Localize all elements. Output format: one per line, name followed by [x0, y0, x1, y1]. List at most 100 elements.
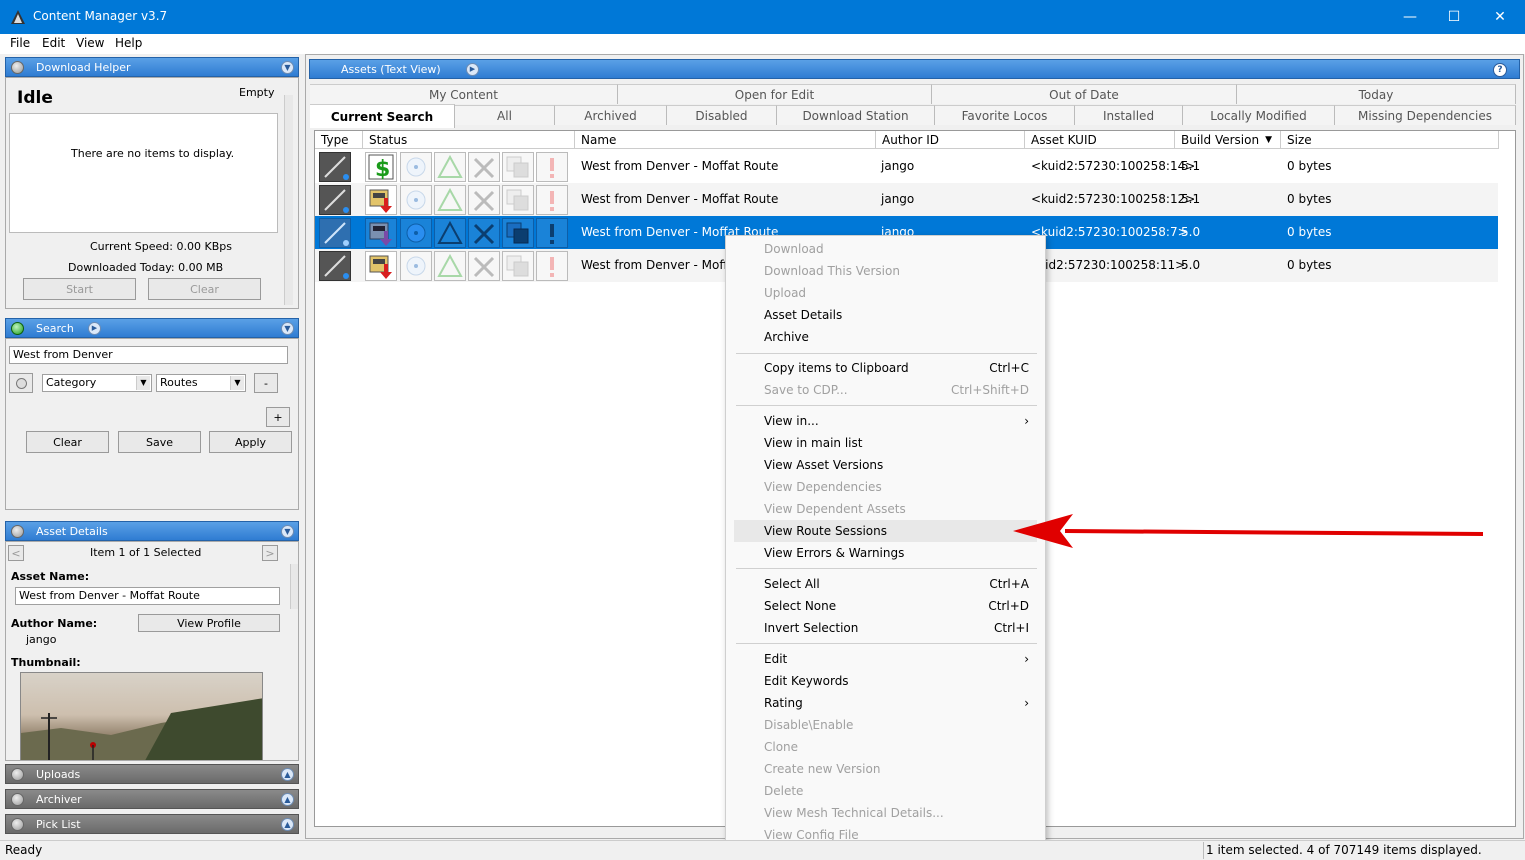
tab-missing-dependencies[interactable]: Missing Dependencies	[1335, 105, 1516, 125]
asset-name-field[interactable]: West from Denver - Moffat Route	[15, 587, 280, 605]
selection-count: Item 1 of 1 Selected	[90, 546, 202, 559]
search-clear-button[interactable]: Clear	[26, 431, 109, 453]
search-value-text: Routes	[160, 376, 198, 389]
menu-help[interactable]: Help	[115, 36, 142, 50]
tab-download-station[interactable]: Download Station	[777, 105, 935, 125]
menu-item-clone[interactable]: Clone	[734, 736, 1037, 758]
menu-item-edit[interactable]: Edit ›	[734, 648, 1037, 670]
collapse-icon[interactable]: ▼	[281, 61, 294, 74]
add-criteria-button[interactable]: +	[266, 407, 290, 427]
menu-item-view-in-main-list[interactable]: View in main list	[734, 432, 1037, 454]
column-type[interactable]: Type	[315, 131, 363, 149]
column-author-id[interactable]: Author ID	[876, 131, 1025, 149]
panel-bullet-icon	[11, 818, 24, 831]
tools-icon	[468, 185, 500, 215]
expand-icon[interactable]: ▲	[281, 793, 294, 806]
search-input[interactable]: West from Denver	[9, 346, 288, 364]
view-profile-button[interactable]: View Profile	[138, 614, 280, 632]
tab-out-of-date[interactable]: Out of Date	[932, 84, 1237, 104]
menu-item-archive[interactable]: Archive	[734, 326, 1037, 348]
menu-item-label: View Dependent Assets	[764, 502, 906, 516]
tab-my-content[interactable]: My Content	[310, 84, 618, 104]
column-asset-kuid[interactable]: Asset KUID	[1025, 131, 1175, 149]
menu-item-asset-details[interactable]: Asset Details	[734, 304, 1037, 326]
collapse-icon[interactable]: ▼	[281, 322, 294, 335]
menu-item-download-this-version[interactable]: Download This Version	[734, 260, 1037, 282]
menu-item-view-dependencies[interactable]: View Dependencies	[734, 476, 1037, 498]
tab-archived[interactable]: Archived	[555, 105, 667, 125]
search-expand-icon[interactable]: ▶	[88, 322, 101, 335]
column-name[interactable]: Name	[575, 131, 876, 149]
expand-icon[interactable]: ▲	[281, 768, 294, 781]
error-icon	[536, 218, 568, 248]
maximize-button[interactable]: ☐	[1431, 0, 1477, 34]
menu-item-view-errors-warnings[interactable]: View Errors & Warnings	[734, 542, 1037, 564]
tab-favorite-locos[interactable]: Favorite Locos	[935, 105, 1075, 125]
archiver-header[interactable]: Archiver ▲	[5, 789, 299, 809]
close-button[interactable]: ✕	[1477, 0, 1523, 34]
search-save-button[interactable]: Save	[118, 431, 201, 453]
menu-item-view-dependent-assets[interactable]: View Dependent Assets	[734, 498, 1037, 520]
menu-item-download[interactable]: Download	[734, 238, 1037, 260]
tab-locally-modified[interactable]: Locally Modified	[1183, 105, 1335, 125]
asset-name: West from Denver - Moffat Route	[581, 192, 779, 206]
menu-item-select-all[interactable]: Select All Ctrl+A	[734, 573, 1037, 595]
start-button[interactable]: Start	[23, 278, 136, 300]
search-field-select[interactable]: Category ▼	[42, 374, 152, 392]
tab-today[interactable]: Today	[1237, 84, 1516, 104]
menu-item-view-asset-versions[interactable]: View Asset Versions	[734, 454, 1037, 476]
menu-view[interactable]: View	[76, 36, 104, 50]
tab-disabled[interactable]: Disabled	[667, 105, 777, 125]
minimize-button[interactable]: —	[1387, 0, 1433, 34]
table-row[interactable]: $ West from Denver - Moffat Route jango …	[315, 150, 1498, 183]
asset-size: 0 bytes	[1287, 258, 1332, 272]
search-value-select[interactable]: Routes ▼	[156, 374, 246, 392]
menu-item-edit-keywords[interactable]: Edit Keywords	[734, 670, 1037, 692]
menu-item-save-to-cdp[interactable]: Save to CDP... Ctrl+Shift+D	[734, 379, 1037, 401]
menu-item-copy-to-clipboard[interactable]: Copy items to Clipboard Ctrl+C	[734, 357, 1037, 379]
menu-item-view-in[interactable]: View in... ›	[734, 410, 1037, 432]
download-list[interactable]: There are no items to display.	[9, 113, 278, 233]
menu-item-select-none[interactable]: Select None Ctrl+D	[734, 595, 1037, 617]
tab-current-search[interactable]: Current Search	[310, 104, 455, 128]
tools-icon	[468, 152, 500, 182]
column-size[interactable]: Size	[1281, 131, 1499, 149]
help-icon[interactable]: ?	[1493, 63, 1507, 77]
menu-item-disable-enable[interactable]: Disable\Enable	[734, 714, 1037, 736]
search-apply-button[interactable]: Apply	[209, 431, 292, 453]
tab-all[interactable]: All	[455, 105, 555, 125]
prev-item-button[interactable]: <	[8, 545, 24, 561]
menu-item-invert-selection[interactable]: Invert Selection Ctrl+I	[734, 617, 1037, 639]
remove-criteria-button[interactable]: -	[254, 373, 278, 393]
tab-open-for-edit[interactable]: Open for Edit	[618, 84, 932, 104]
menu-item-view-mesh-details[interactable]: View Mesh Technical Details...	[734, 802, 1037, 824]
menu-edit[interactable]: Edit	[42, 36, 65, 50]
menu-file[interactable]: File	[10, 36, 30, 50]
expand-icon[interactable]: ▲	[281, 818, 294, 831]
asset-details-header[interactable]: Asset Details ▼	[5, 521, 299, 541]
table-row[interactable]: West from Denver - Moffat Route jango <k…	[315, 183, 1498, 216]
menu-item-view-route-sessions[interactable]: View Route Sessions	[734, 520, 1037, 542]
menu-item-label: Download This Version	[764, 264, 900, 278]
disc-icon	[400, 251, 432, 281]
tab-installed[interactable]: Installed	[1075, 105, 1183, 125]
menu-item-create-new-version[interactable]: Create new Version	[734, 758, 1037, 780]
menu-item-delete[interactable]: Delete	[734, 780, 1037, 802]
tools-icon	[468, 218, 500, 248]
clear-download-button[interactable]: Clear	[148, 278, 261, 300]
column-status[interactable]: Status	[363, 131, 575, 149]
download-helper-header[interactable]: Download Helper ▼	[5, 57, 299, 77]
uploads-header[interactable]: Uploads ▲	[5, 764, 299, 784]
download-scrollbar[interactable]	[284, 95, 293, 305]
view-options-icon[interactable]: ▶	[466, 63, 479, 76]
menu-item-rating[interactable]: Rating ›	[734, 692, 1037, 714]
menu-item-upload[interactable]: Upload	[734, 282, 1037, 304]
next-item-button[interactable]: >	[262, 545, 278, 561]
column-build-version[interactable]: Build Version ▼	[1175, 131, 1281, 149]
asset-name: West from Denver - Moffat	[581, 258, 740, 272]
search-toggle-button[interactable]	[9, 373, 33, 393]
asset-details-scrollbar[interactable]	[290, 564, 298, 609]
pick-list-header[interactable]: Pick List ▲	[5, 814, 299, 834]
search-header[interactable]: Search ▶ ▼	[5, 318, 299, 338]
collapse-icon[interactable]: ▼	[281, 525, 294, 538]
